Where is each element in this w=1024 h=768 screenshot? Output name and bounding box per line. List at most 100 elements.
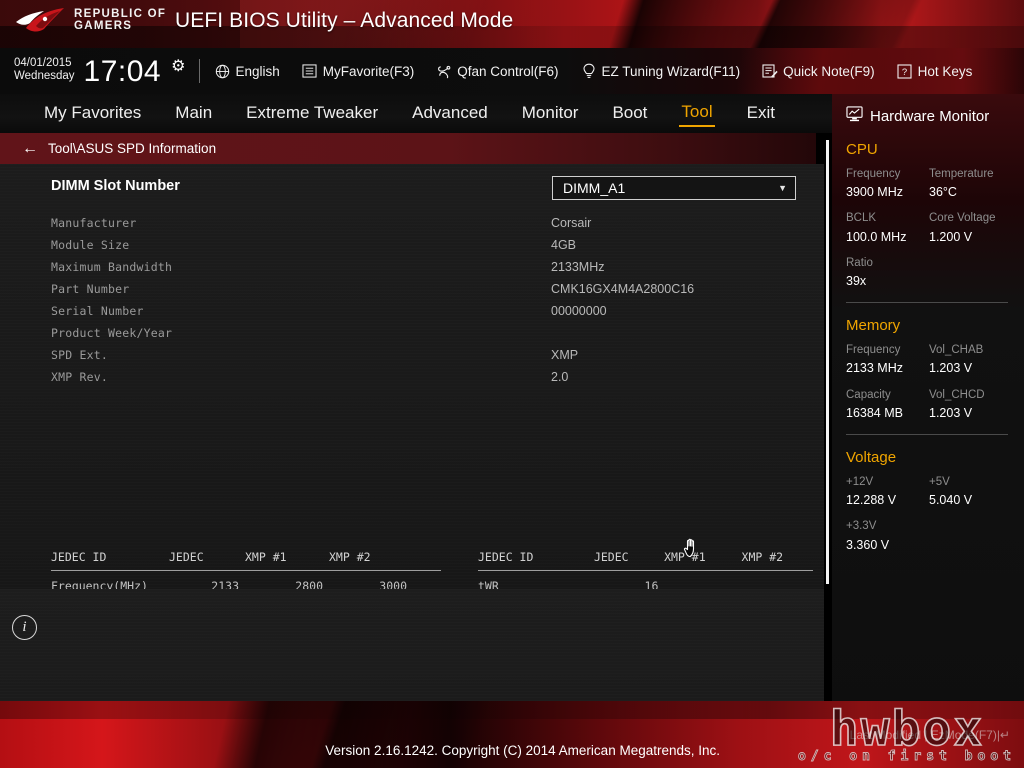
gear-icon[interactable]: ⚙ xyxy=(171,56,185,87)
hw-section-title-voltage: Voltage xyxy=(846,448,897,466)
info-value: XMP xyxy=(551,348,579,362)
watermark-main-text: hwbox xyxy=(829,700,985,757)
system-time: 17:04 xyxy=(83,55,162,88)
scrollbar-thumb[interactable] xyxy=(826,140,829,584)
timings-table-left: JEDEC ID JEDEC XMP #1 XMP #2 Frequency(M… xyxy=(51,546,441,589)
toolbar-item-quick-note[interactable]: Quick Note(F9) xyxy=(762,63,875,79)
cell-jedec: 2133 xyxy=(211,579,239,589)
list-icon xyxy=(302,63,318,79)
dimm-slot-value: DIMM_A1 xyxy=(563,180,626,196)
list-item: Maximum Bandwidth 2133MHz xyxy=(51,256,811,278)
hw-metric: +3.3V 3.360 V xyxy=(846,518,930,553)
metric-label: Temperature xyxy=(929,168,994,180)
help-info-button[interactable]: i xyxy=(12,615,37,640)
hw-section-title-memory: Memory xyxy=(846,317,901,335)
tab-advanced[interactable]: Advanced xyxy=(410,102,490,126)
info-key: Product Week/Year xyxy=(51,326,173,340)
content-lower-area xyxy=(0,589,824,701)
info-key: Serial Number xyxy=(51,304,144,318)
list-item: Part Number CMK16GX4M4A2800C16 xyxy=(51,278,811,300)
metric-label: +12V xyxy=(846,475,874,488)
toolbar-item-qfan-control[interactable]: Qfan Control(F6) xyxy=(436,63,559,79)
note-pencil-icon xyxy=(762,63,778,79)
info-value: 4GB xyxy=(551,238,577,252)
info-value: 2133MHz xyxy=(551,260,605,274)
toolbar-label: Quick Note(F9) xyxy=(783,63,875,79)
toolbar-item-myfavorite[interactable]: MyFavorite(F3) xyxy=(302,63,415,79)
toolbar-label: EZ Tuning Wizard(F11) xyxy=(601,63,741,79)
breadcrumb-path: Tool\ASUS SPD Information xyxy=(48,141,217,156)
rog-eye-icon xyxy=(14,6,66,36)
clock-block: 04/01/2015 Wednesday 17:04 ⚙ xyxy=(14,56,185,87)
dimm-slot-select[interactable]: DIMM_A1 ▼ xyxy=(552,176,796,200)
breadcrumb[interactable]: ← Tool\ASUS SPD Information xyxy=(0,133,816,164)
column-header: JEDEC ID xyxy=(51,550,107,564)
utility-toolbar: 04/01/2015 Wednesday 17:04 ⚙ English MyF… xyxy=(0,48,1024,94)
info-key: XMP Rev. xyxy=(51,370,108,384)
tab-main[interactable]: Main xyxy=(173,102,214,126)
table-row: tWR 16 xyxy=(478,575,813,589)
hardware-monitor-panel: Hardware Monitor CPU Frequency 3900 MHz … xyxy=(832,94,1024,768)
info-value: Corsair xyxy=(551,216,592,230)
hw-section-memory: Frequency 2133 MHz Vol_CHAB 1.203 V Capa… xyxy=(832,342,1024,422)
system-date: 04/01/2015 xyxy=(14,57,72,70)
toolbar-label: MyFavorite(F3) xyxy=(322,63,415,79)
column-header: XMP #2 xyxy=(741,550,784,564)
toolbar-label: Qfan Control(F6) xyxy=(457,63,559,79)
question-box-icon: ? xyxy=(897,63,913,79)
tab-extreme-tweaker[interactable]: Extreme Tweaker xyxy=(244,102,380,126)
chevron-down-icon: ▼ xyxy=(778,183,787,193)
toolbar-item-hot-keys[interactable]: ? Hot Keys xyxy=(897,63,973,79)
hw-metric: Frequency 2133 MHz xyxy=(846,342,929,377)
rog-brand-line2: GAMERS xyxy=(74,20,133,32)
metric-value: 5.040 V xyxy=(929,493,973,508)
info-key: Manufacturer xyxy=(51,216,137,230)
metric-value: 16384 MB xyxy=(846,405,903,420)
timings-table-right: JEDEC ID JEDEC XMP #1 XMP #2 tWR 16 tRRD… xyxy=(478,546,813,589)
cell-label: Frequency(MHz) xyxy=(51,579,148,589)
metric-value: 36°C xyxy=(929,185,957,200)
metric-label: BCLK xyxy=(846,212,877,225)
list-item: Serial Number 00000000 xyxy=(51,300,811,322)
metric-label: Frequency xyxy=(846,168,901,180)
metric-value: 1.203 V xyxy=(929,361,973,376)
info-key: Maximum Bandwidth xyxy=(51,260,173,274)
hw-metric: Vol_CHCD 1.203 V xyxy=(929,387,1012,422)
spd-info-list: Manufacturer Corsair Module Size 4GB Max… xyxy=(51,212,811,388)
hw-metric: Vol_CHAB 1.203 V xyxy=(929,342,1012,377)
table-header-row: JEDEC ID JEDEC XMP #1 XMP #2 xyxy=(478,546,813,568)
tab-boot[interactable]: Boot xyxy=(610,102,649,126)
toolbar-item-language[interactable]: English xyxy=(214,63,280,79)
metric-label: +3.3V xyxy=(846,520,877,533)
hw-row: Frequency 2133 MHz Vol_CHAB 1.203 V xyxy=(846,342,1012,377)
monitor-chart-icon xyxy=(846,106,863,127)
metric-label: Vol_CHCD xyxy=(929,388,985,401)
tab-tool[interactable]: Tool xyxy=(679,101,715,127)
toolbar-label: Hot Keys xyxy=(917,63,973,79)
metric-value: 3900 MHz xyxy=(846,185,903,200)
table-row: Frequency(MHz) 2133 2800 3000 xyxy=(51,575,441,589)
hw-metric: +5V 5.040 V xyxy=(929,474,1012,509)
tab-monitor[interactable]: Monitor xyxy=(520,102,581,126)
hwbox-watermark: hwbox o/c on first boot xyxy=(797,700,1016,764)
list-item: Module Size 4GB xyxy=(51,234,811,256)
info-key: Module Size xyxy=(51,238,130,252)
info-key: Part Number xyxy=(51,282,130,296)
hw-row: +3.3V 3.360 V xyxy=(846,518,1012,553)
arrow-left-icon[interactable]: ← xyxy=(22,140,38,157)
hw-row: +12V 12.288 V +5V 5.040 V xyxy=(846,474,1012,509)
tab-exit[interactable]: Exit xyxy=(745,102,777,126)
column-header: JEDEC xyxy=(169,550,204,564)
hardware-monitor-header: Hardware Monitor xyxy=(832,94,1024,127)
cell-label: tWR xyxy=(478,579,499,589)
tab-my-favorites[interactable]: My Favorites xyxy=(42,102,143,126)
metric-value: 100.0 MHz xyxy=(846,229,907,244)
toolbar-item-ez-tuning-wizard[interactable]: EZ Tuning Wizard(F11) xyxy=(581,63,741,79)
hw-row: BCLK 100.0 MHz Core Voltage 1.200 V xyxy=(846,210,1012,245)
metric-value: 1.200 V xyxy=(929,229,973,244)
column-header: XMP #1 xyxy=(664,550,706,564)
table-divider xyxy=(51,570,441,571)
info-value: 2.0 xyxy=(551,370,569,384)
hw-section-title-cpu: CPU xyxy=(846,141,878,158)
bios-version-text: Version 2.16.1242. Copyright (C) 2014 Am… xyxy=(325,743,720,758)
